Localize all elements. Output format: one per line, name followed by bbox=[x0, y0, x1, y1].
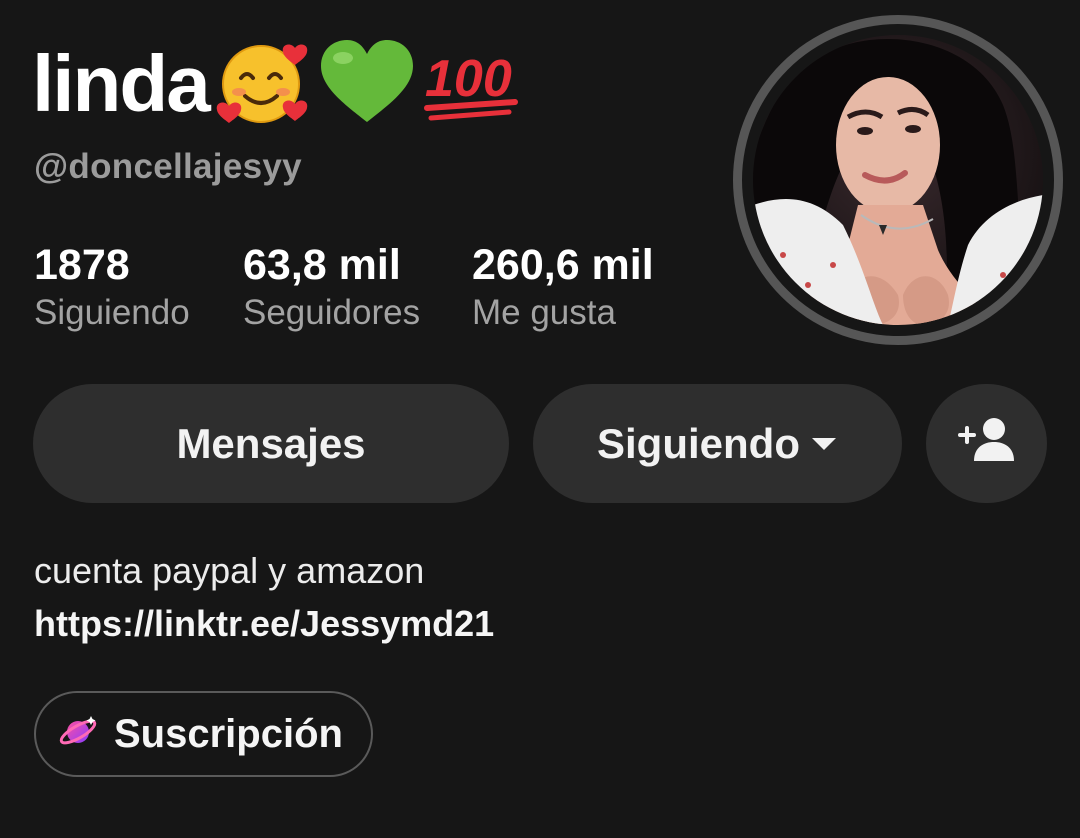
add-friend-button[interactable] bbox=[926, 384, 1047, 503]
add-user-icon bbox=[957, 415, 1016, 473]
subscription-button[interactable]: Suscripción bbox=[34, 691, 373, 777]
profile-display-name: linda 100 bbox=[32, 38, 521, 130]
display-name-text: linda bbox=[32, 39, 211, 128]
bio-link[interactable]: https://linktr.ee/Jessymd21 bbox=[34, 603, 494, 645]
following-button-label: Siguiendo bbox=[597, 419, 800, 467]
username: @doncellajesyy bbox=[34, 147, 302, 186]
smiling-face-with-hearts-icon bbox=[213, 36, 313, 133]
messages-button[interactable]: Mensajes bbox=[33, 384, 509, 503]
followers-label: Seguidores bbox=[243, 293, 421, 333]
svg-text:100: 100 bbox=[425, 50, 512, 108]
caret-down-icon bbox=[810, 436, 838, 452]
likes-label: Me gusta bbox=[472, 293, 616, 333]
stat-likes[interactable]: 260,6 mil Me gusta bbox=[472, 241, 654, 333]
avatar-border bbox=[742, 24, 1054, 336]
following-button[interactable]: Siguiendo bbox=[533, 384, 902, 503]
avatar[interactable] bbox=[733, 15, 1063, 345]
stat-followers[interactable]: 63,8 mil Seguidores bbox=[243, 241, 421, 333]
planet-icon bbox=[58, 712, 98, 757]
following-label: Siguiendo bbox=[34, 293, 190, 333]
likes-count: 260,6 mil bbox=[472, 241, 654, 289]
stat-following[interactable]: 1878 Siguiendo bbox=[34, 241, 190, 333]
green-heart-icon bbox=[317, 36, 417, 133]
following-count: 1878 bbox=[34, 241, 130, 289]
bio-text: cuenta paypal y amazon bbox=[34, 550, 425, 591]
followers-count: 63,8 mil bbox=[243, 241, 401, 289]
messages-button-label: Mensajes bbox=[176, 419, 366, 467]
subscription-label: Suscripción bbox=[114, 711, 343, 756]
profile-photo bbox=[753, 35, 1043, 325]
hundred-points-icon: 100 bbox=[421, 36, 521, 133]
